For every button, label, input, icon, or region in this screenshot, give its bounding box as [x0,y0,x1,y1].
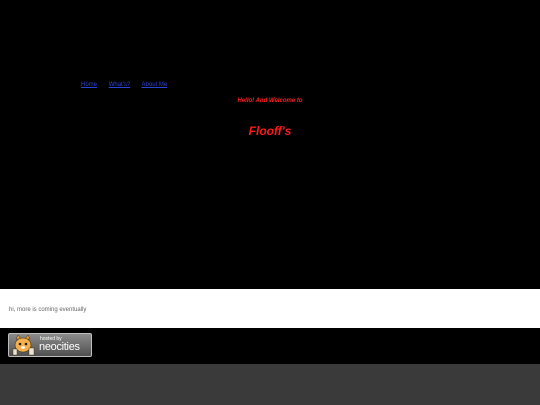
nav-link-home[interactable]: Home [81,82,97,88]
page-background-area [0,364,540,405]
content-section: hi, more is coming eventually [0,289,540,328]
hero-section: Home What's? About Me Hello! And Welcome… [0,0,540,289]
content-text: hi, more is coming eventually [9,307,87,313]
neocities-badge-link[interactable]: hosted by neocities [8,333,92,357]
neocities-cat-logo-icon [12,334,35,356]
page: Home What's? About Me Hello! And Welcome… [0,0,540,405]
badge-neocities: neocities [39,341,80,353]
nav-link-whats[interactable]: What's? [109,82,131,88]
welcome-greeting: Hello! And Welcome to [237,98,303,104]
top-nav: Home What's? About Me [81,81,177,89]
footer: hosted by neocities [0,328,540,364]
site-title: Flooff's [248,124,292,138]
nav-link-about-me[interactable]: About Me [142,82,168,88]
